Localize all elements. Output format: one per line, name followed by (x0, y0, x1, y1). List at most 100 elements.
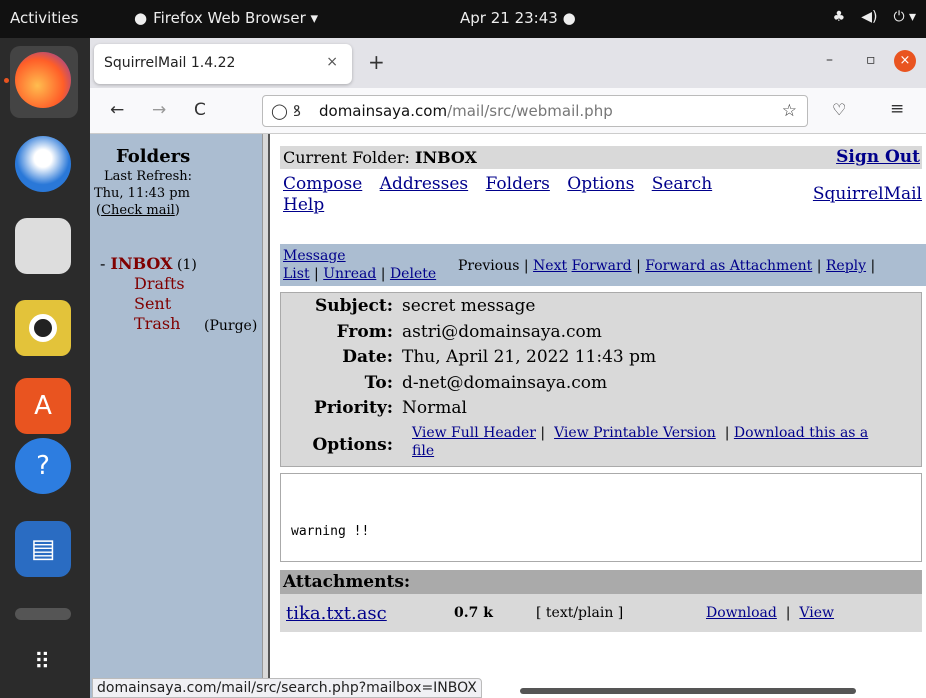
power-icon: ⏻ ▾ (893, 9, 916, 25)
options-links: View Full Header | View Printable Versio… (412, 425, 869, 459)
firefox-window: SquirrelMail 1.4.22 × + – ▫ × ← → C ◯ ꝸ … (90, 38, 926, 698)
check-mail: (Check mail) (96, 203, 180, 218)
network-icon: ♣ (832, 9, 846, 25)
message-pane: Current Folder: INBOX Sign Out Compose A… (280, 134, 926, 698)
purge-link[interactable]: (Purge) (204, 318, 257, 335)
folders-title: Folders (116, 146, 191, 167)
app-menu-label: Firefox Web Browser ▾ (153, 9, 319, 27)
to-value: d-net@domainsaya.com (402, 373, 608, 393)
view-link[interactable]: View (799, 605, 834, 621)
message-body-text: warning !! (291, 524, 370, 539)
pocket-icon[interactable]: ♡ (832, 100, 846, 119)
message-nav-bar: Message List | Unread | Delete Previous … (280, 244, 926, 286)
system-tray[interactable]: ♣ ◀) ⏻ ▾ (833, 9, 916, 25)
squirrelmail-link[interactable]: SquirrelMail (813, 184, 922, 204)
hamburger-menu-icon[interactable]: ≡ (890, 99, 904, 119)
app-menu[interactable]: ● Firefox Web Browser ▾ (134, 9, 318, 27)
volume-icon: ◀) (861, 9, 878, 25)
subject-value: secret message (402, 296, 536, 316)
folder-pane: Folders Last Refresh: Thu, 11:43 pm (Che… (90, 134, 262, 698)
lock-icon[interactable]: ꝸ (293, 101, 301, 121)
running-indicator (4, 78, 9, 83)
sign-out-link[interactable]: Sign Out (836, 147, 920, 167)
trash-icon[interactable] (15, 608, 71, 620)
attachment-row: tika.txt.asc 0.7 k [ text/plain ] Downlo… (280, 594, 922, 632)
back-button[interactable]: ← (110, 100, 124, 120)
attachment-actions: Download | View (706, 605, 835, 621)
new-tab-button[interactable]: + (368, 50, 385, 74)
files-icon[interactable] (15, 218, 71, 274)
libreoffice-writer-icon[interactable]: ▤ (15, 521, 71, 577)
message-list-link[interactable]: Message (283, 248, 346, 264)
help-link[interactable]: Help (283, 195, 324, 215)
folder-trash[interactable]: Trash (134, 314, 180, 333)
addresses-link[interactable]: Addresses (380, 174, 468, 194)
forward-as-attachment-link[interactable]: Forward as Attachment (645, 258, 812, 274)
inbox-label[interactable]: INBOX (111, 254, 173, 273)
inbox-count: (1) (172, 257, 197, 273)
options-link[interactable]: Options (567, 174, 634, 194)
show-apps-icon[interactable]: ⠿ (15, 634, 71, 690)
rhythmbox-icon[interactable] (15, 300, 71, 356)
firefox-icon: ● (134, 9, 148, 27)
activities-button[interactable]: Activities (10, 9, 78, 27)
software-icon[interactable]: A (15, 378, 71, 434)
download-file-link[interactable]: file (412, 443, 434, 459)
message-body: warning !! (280, 473, 922, 562)
view-full-header-link[interactable]: View Full Header (412, 425, 536, 441)
url-bar[interactable]: ◯ ꝸ domainsaya.com/mail/src/webmail.php … (262, 95, 808, 127)
view-printable-link[interactable]: View Printable Version (554, 425, 716, 441)
shield-icon[interactable]: ◯ (271, 102, 288, 120)
close-window-button[interactable]: × (894, 50, 916, 72)
message-actions: Previous | Next Forward | Forward as Att… (458, 258, 876, 274)
message-nav-links: List | Unread | Delete (283, 266, 437, 282)
dock: A ? ▤ ⠿ (0, 38, 90, 698)
reload-button[interactable]: C (194, 100, 206, 120)
search-link[interactable]: Search (652, 174, 712, 194)
attachments-header: Attachments: (280, 570, 922, 594)
last-refresh-label: Last Refresh: (104, 169, 193, 184)
priority-value: Normal (402, 398, 467, 418)
tab-squirrelmail[interactable]: SquirrelMail 1.4.22 × (94, 44, 352, 84)
nav-bar: ← → C ◯ ꝸ domainsaya.com/mail/src/webmai… (90, 88, 926, 134)
reply-link[interactable]: Reply (826, 258, 866, 274)
bookmark-star-icon[interactable]: ☆ (782, 101, 797, 121)
attachment-name-link[interactable]: tika.txt.asc (286, 603, 387, 624)
from-value: astri@domainsaya.com (402, 322, 602, 342)
firefox-icon[interactable] (15, 52, 71, 108)
refresh-time: Thu, 11:43 pm (94, 186, 190, 201)
folder-inbox[interactable]: - INBOX (1) (100, 254, 197, 273)
main-menu-links: Compose Addresses Folders Options Search (283, 174, 724, 194)
frame-divider[interactable] (262, 134, 270, 698)
current-folder-bar: Current Folder: INBOX Sign Out (280, 146, 922, 169)
clock[interactable]: Apr 21 23:43 ● (460, 9, 576, 27)
previous-label: Previous (458, 258, 520, 274)
download-link[interactable]: Download (706, 605, 777, 621)
thunderbird-icon[interactable] (15, 136, 71, 192)
next-link[interactable]: Next (533, 258, 567, 274)
compose-link[interactable]: Compose (283, 174, 362, 194)
page-content: Folders Last Refresh: Thu, 11:43 pm (Che… (90, 134, 926, 698)
date-value: Thu, April 21, 2022 11:43 pm (402, 347, 657, 367)
delete-link[interactable]: Delete (390, 266, 436, 282)
tab-title: SquirrelMail 1.4.22 (104, 55, 236, 71)
minimize-button[interactable]: – (826, 52, 833, 68)
unread-link[interactable]: Unread (323, 266, 376, 282)
status-bar: domainsaya.com/mail/src/search.php?mailb… (92, 678, 482, 698)
message-list-link-2[interactable]: List (283, 266, 310, 282)
attachment-size: 0.7 k (454, 605, 493, 621)
folders-link[interactable]: Folders (486, 174, 550, 194)
url-text: domainsaya.com/mail/src/webmail.php (319, 102, 613, 120)
folder-drafts[interactable]: Drafts (134, 274, 185, 293)
attachment-type: [ text/plain ] (536, 605, 624, 621)
forward-link[interactable]: Forward (572, 258, 632, 274)
folder-sent[interactable]: Sent (134, 294, 171, 313)
check-mail-link[interactable]: Check mail (101, 203, 175, 218)
forward-button[interactable]: → (152, 100, 166, 120)
maximize-button[interactable]: ▫ (866, 52, 876, 68)
download-this-link[interactable]: Download this as a (734, 425, 868, 441)
help-icon[interactable]: ? (15, 438, 71, 494)
tab-strip: SquirrelMail 1.4.22 × + – ▫ × (90, 38, 926, 88)
tab-close-icon[interactable]: × (326, 54, 338, 70)
horizontal-scrollbar[interactable] (520, 688, 856, 694)
